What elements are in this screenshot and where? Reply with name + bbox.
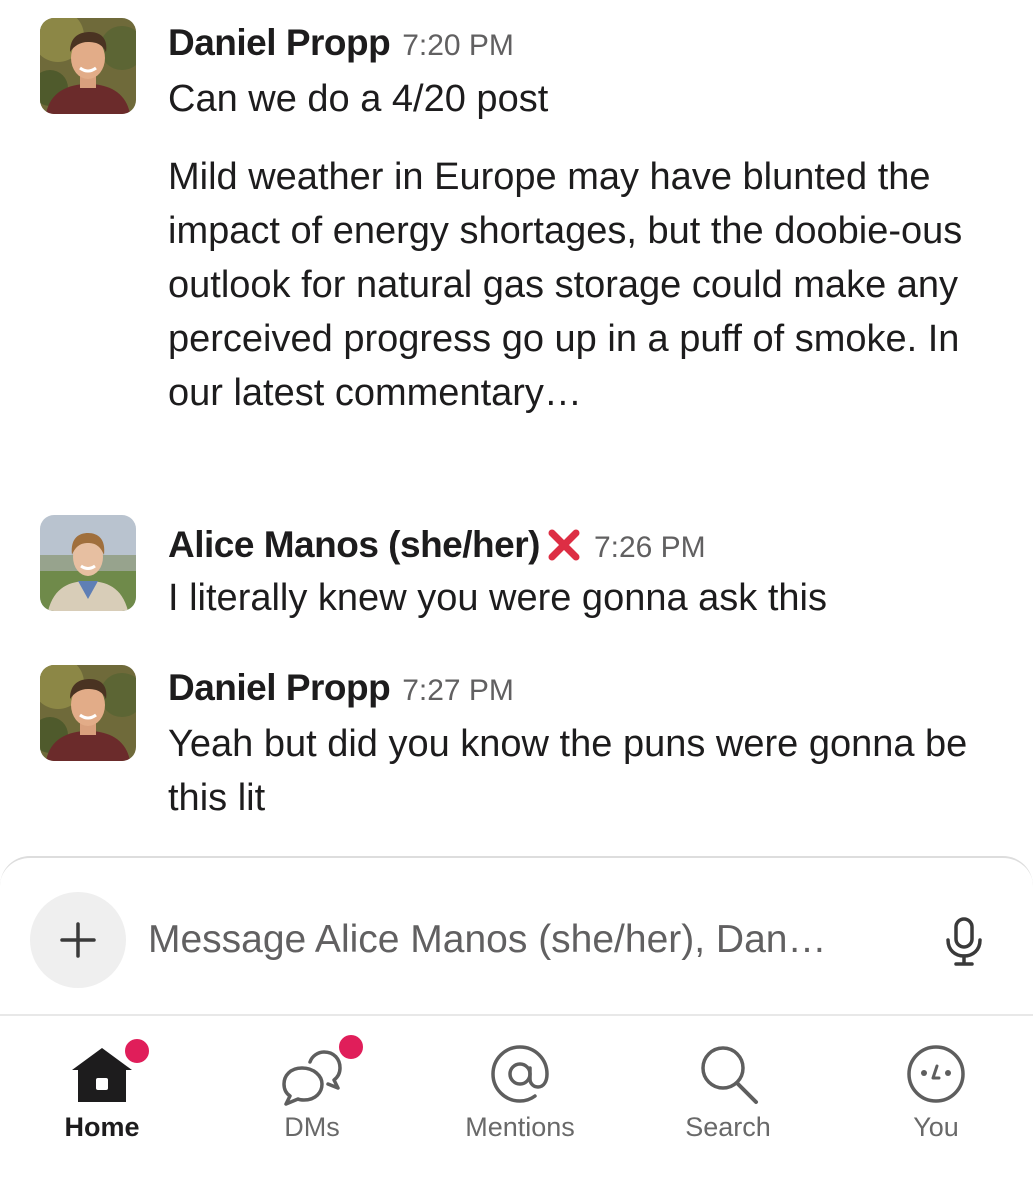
search-icon <box>692 1038 764 1110</box>
tab-mentions[interactable]: Mentions <box>430 1016 610 1200</box>
sender-name[interactable]: Daniel Propp <box>168 22 391 64</box>
add-attachment-button[interactable] <box>30 892 126 988</box>
message-body: Alice Manos (she/her) 7:26 PM I literall… <box>168 521 1008 625</box>
notification-badge <box>122 1036 152 1066</box>
timestamp[interactable]: 7:20 PM <box>402 29 514 63</box>
message-header: Daniel Propp 7:20 PM <box>168 22 1008 72</box>
message-text: Can we do a 4/20 post <box>168 78 549 120</box>
tab-home[interactable]: Home <box>12 1016 192 1200</box>
plus-icon <box>60 922 96 958</box>
message-text: I literally knew you were gonna ask this <box>168 577 827 619</box>
message-text: Mild weather in Europe may have blunted … <box>168 156 963 414</box>
tab-dms[interactable]: DMs <box>222 1016 402 1200</box>
dms-icon <box>276 1032 366 1110</box>
sender-name[interactable]: Daniel Propp <box>168 667 391 709</box>
sender-name[interactable]: Alice Manos (she/her) <box>168 524 540 566</box>
bottom-tab-bar: Home DMs Mentions Search You <box>0 1014 1033 1200</box>
message-header: Daniel Propp 7:27 PM <box>168 667 1008 717</box>
avatar[interactable] <box>40 515 136 611</box>
avatar[interactable] <box>40 18 136 114</box>
slack-mobile-conversation: Daniel Propp 7:20 PM Can we do a 4/20 po… <box>0 0 1033 1200</box>
microphone-icon[interactable] <box>940 916 988 968</box>
tab-label: DMs <box>284 1112 340 1142</box>
notification-badge <box>336 1032 366 1062</box>
timestamp[interactable]: 7:27 PM <box>402 674 514 708</box>
home-icon <box>66 1036 152 1110</box>
message-composer <box>0 856 1033 1018</box>
tab-label: Home <box>64 1112 140 1142</box>
message-list[interactable]: Daniel Propp 7:20 PM Can we do a 4/20 po… <box>0 0 1033 858</box>
mentions-icon <box>484 1038 556 1110</box>
message-text: Yeah but did you know the puns were gonn… <box>168 723 968 819</box>
avatar[interactable] <box>40 665 136 761</box>
message-header: Alice Manos (she/her) 7:26 PM <box>168 521 1008 571</box>
you-icon <box>900 1038 972 1110</box>
tab-label: Mentions <box>465 1112 575 1142</box>
red-x-icon[interactable] <box>546 527 582 563</box>
message-body: Daniel Propp 7:20 PM Can we do a 4/20 po… <box>168 22 1008 420</box>
tab-label: Search <box>685 1112 771 1142</box>
message-input[interactable] <box>148 910 908 970</box>
message-body: Daniel Propp 7:27 PM Yeah but did you kn… <box>168 667 1008 825</box>
tab-search[interactable]: Search <box>638 1016 818 1200</box>
tab-you[interactable]: You <box>846 1016 1026 1200</box>
timestamp[interactable]: 7:26 PM <box>594 531 706 565</box>
tab-label: You <box>913 1112 959 1142</box>
